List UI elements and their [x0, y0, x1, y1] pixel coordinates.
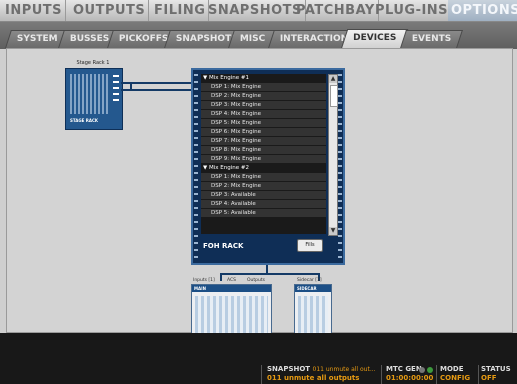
snapshot-value: 011 unmute all outputs	[267, 374, 360, 382]
sidecar-body	[298, 296, 328, 333]
acs-caption: ACS	[227, 278, 236, 283]
sidecar-caption: Sidecar [1]	[297, 278, 322, 283]
dsp-list-scrollbar[interactable]: ▲ ▼	[328, 74, 338, 236]
tab-filing[interactable]: FILING	[151, 0, 210, 21]
snapshot-label: SNAPSHOT	[267, 365, 311, 373]
dsp-list-item[interactable]: DSP 8: Mix Engine	[201, 146, 326, 154]
foh-rack-left-edge	[194, 74, 198, 259]
stage-rack-device[interactable]: STAGE RACK	[65, 68, 123, 130]
mtc-gen-value: 01:00:00:00	[386, 374, 434, 382]
main-surface-body	[195, 296, 268, 333]
snapshot-inline: 011 unmute all out...	[312, 366, 376, 373]
sidecar-device[interactable]: SIDECAR	[294, 284, 332, 340]
foh-rack-device[interactable]: ▼ Mix Engine #1 DSP 1: Mix Engine DSP 2: M…	[191, 68, 345, 265]
tab-snapshots[interactable]: SNAPSHOTS	[205, 0, 306, 21]
sub-tab-bar: SYSTEM BUSSES PICKOFFS SNAPSHOTS MISC IN…	[0, 22, 517, 49]
tab-plug-ins[interactable]: PLUG-INS	[372, 0, 453, 21]
dsp-list-item[interactable]: DSP 3: Mix Engine	[201, 101, 326, 109]
mix-engine-header[interactable]: ▼ Mix Engine #1	[201, 74, 326, 82]
stage-rack-label: STAGE RACK	[70, 118, 99, 123]
tab-outputs[interactable]: OUTPUTS	[70, 0, 150, 21]
dsp-list-item[interactable]: DSP 9: Mix Engine	[201, 155, 326, 163]
dsp-list-item[interactable]: DSP 5: Available	[201, 209, 326, 217]
dsp-list-item[interactable]: DSP 3: Available	[201, 191, 326, 199]
status-value: OFF	[481, 374, 497, 382]
dsp-list-item[interactable]: DSP 5: Mix Engine	[201, 119, 326, 127]
scroll-thumb[interactable]	[330, 85, 338, 107]
mtc-gen-indicator-icon	[419, 367, 425, 373]
dsp-list-item[interactable]: DSP 7: Mix Engine	[201, 137, 326, 145]
subtab-devices[interactable]: DEVICES	[340, 29, 409, 49]
inputs-caption: Inputs [1]	[193, 278, 215, 283]
mix-engine-header[interactable]: ▼ Mix Engine #2	[201, 164, 326, 172]
connection-line	[220, 273, 320, 275]
status-separator	[261, 365, 262, 384]
dsp-list-item[interactable]: DSP 4: Available	[201, 200, 326, 208]
status-separator	[381, 365, 382, 384]
mtc-gen-label: MTC GEN	[386, 365, 422, 373]
tab-options[interactable]: OPTIONS	[448, 0, 517, 21]
foh-rack-right-edge	[338, 74, 342, 259]
dsp-list-item[interactable]: DSP 1: Mix Engine	[201, 83, 326, 91]
scroll-up-arrow-icon[interactable]: ▲	[329, 75, 337, 83]
status-bar: SNAPSHOT 011 unmute all out... 011 unmut…	[0, 333, 517, 384]
mode-value[interactable]: CONFIG	[440, 374, 470, 383]
scroll-down-arrow-icon[interactable]: ▼	[329, 227, 337, 235]
fills-button[interactable]: Fills	[297, 239, 323, 252]
foh-rack-label: FOH RACK	[203, 242, 244, 250]
snapshot-status[interactable]: SNAPSHOT 011 unmute all out...	[267, 365, 376, 374]
subtab-events[interactable]: EVENTS	[400, 30, 464, 48]
connection-line	[220, 273, 222, 281]
dsp-list-item[interactable]: DSP 2: Mix Engine	[201, 92, 326, 100]
dsp-list-item[interactable]: DSP 2: Mix Engine	[201, 182, 326, 190]
tab-patchbay[interactable]: PATCHBAY	[293, 0, 379, 21]
mode-label: MODE	[440, 365, 464, 373]
dsp-list[interactable]: ▼ Mix Engine #1 DSP 1: Mix Engine DSP 2: M…	[201, 74, 326, 234]
dsp-list-item[interactable]: DSP 1: Mix Engine	[201, 173, 326, 181]
sidecar-head: SIDECAR	[295, 285, 331, 292]
mtc-gen-indicator-icon	[427, 367, 433, 373]
status-label: STATUS	[481, 365, 511, 373]
stage-rack-title: Stage Rack 1	[76, 60, 110, 66]
dsp-list-item[interactable]: DSP 4: Mix Engine	[201, 110, 326, 118]
top-tab-bar: INPUTS OUTPUTS FILING SNAPSHOTS PATCHBAY…	[0, 0, 517, 22]
status-separator	[436, 365, 437, 384]
status-separator	[478, 365, 479, 384]
main-surface-device[interactable]: MAIN	[191, 284, 272, 340]
tab-inputs[interactable]: INPUTS	[2, 0, 67, 21]
stage-rack-grid	[70, 74, 110, 114]
stage-rack-ports	[113, 75, 119, 105]
connection-line	[130, 82, 132, 91]
dsp-list-item[interactable]: DSP 6: Mix Engine	[201, 128, 326, 136]
outputs-caption: Outputs	[247, 278, 265, 283]
main-surface-head: MAIN	[192, 285, 271, 292]
